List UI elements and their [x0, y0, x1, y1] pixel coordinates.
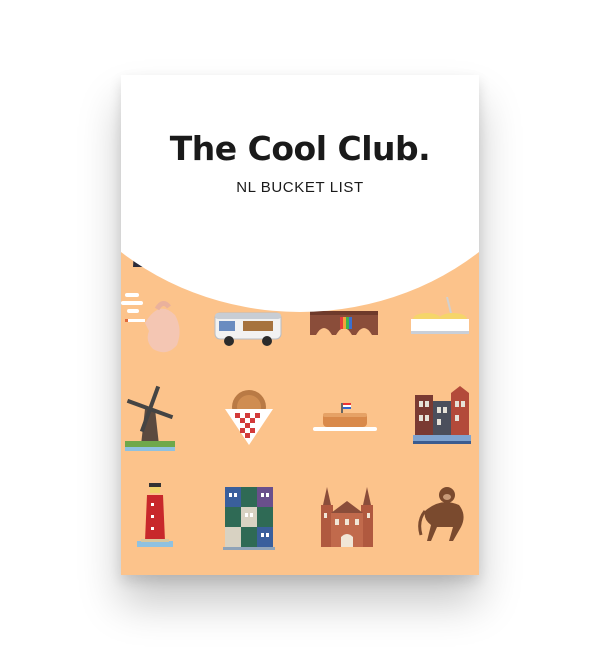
stroopwafel-napkin-icon — [221, 387, 277, 447]
cheese-board-icon — [311, 401, 379, 437]
smoking-hand-icon — [121, 289, 185, 357]
book-subtitle: NL BUCKET LIST — [236, 179, 364, 196]
book-cover: The Cool Club. NL BUCKET LIST — [121, 75, 479, 575]
lighthouse-icon — [133, 481, 177, 551]
fries-tray-icon — [407, 297, 473, 337]
windmill-icon — [121, 383, 179, 453]
rijksmuseum-icon — [317, 485, 377, 551]
book-title: The Cool Club. — [169, 129, 431, 168]
canal-bridge-icon — [310, 311, 378, 335]
canal-houses-icon — [413, 385, 471, 447]
monkey-icon — [417, 485, 469, 543]
stacked-houses-icon — [223, 483, 275, 551]
